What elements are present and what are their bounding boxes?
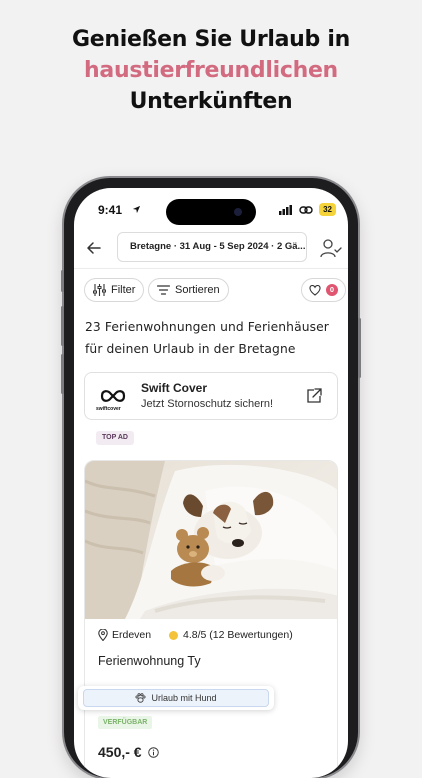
status-time: 9:41 [98, 203, 123, 217]
filter-button[interactable]: Filter [84, 278, 145, 302]
battery-indicator: 32 [319, 203, 336, 216]
status-bar: 9:41 32 [74, 188, 348, 228]
signal-icon [279, 204, 293, 215]
back-arrow-icon[interactable] [84, 238, 104, 258]
paw-icon [135, 693, 146, 703]
favorites-count-badge: 0 [326, 284, 338, 296]
promo-banner[interactable]: swiftcover Swift Cover Jetzt Stornoschut… [84, 372, 338, 420]
status-icons: 32 [279, 203, 336, 216]
favorites-button[interactable]: 0 [301, 278, 346, 302]
info-icon[interactable] [147, 746, 159, 758]
listing-photo[interactable] [85, 461, 338, 619]
headline-line-2: haustierfreundlichen [84, 58, 338, 83]
user-check-icon[interactable] [320, 238, 342, 258]
rating-dot-icon [169, 630, 178, 640]
phone-volume-up-button [61, 306, 64, 346]
listing-location: Erdeven [98, 629, 151, 641]
dynamic-island [166, 199, 256, 225]
phone-side-button [61, 270, 64, 292]
listing-card[interactable]: Erdeven 4.8/5 (12 Bewertungen) Ferienwoh… [84, 460, 338, 778]
location-arrow-icon [132, 205, 141, 214]
header-divider [74, 268, 348, 269]
map-pin-icon [98, 629, 108, 641]
dog-friendly-label: Urlaub mit Hund [151, 693, 217, 703]
phone-frame: 9:41 32 Bretagne · 31 Aug - 5 Sep 2024 ·… [61, 178, 361, 778]
rating-text: 4.8/5 (12 Bewertungen) [183, 629, 293, 641]
search-row: Bretagne · 31 Aug - 5 Sep 2024 · 2 Gä... [74, 230, 348, 266]
promo-subtitle: Jetzt Stornoschutz sichern! [141, 398, 274, 410]
sliders-icon [93, 284, 106, 296]
promo-logo-text: swiftcover [96, 406, 121, 412]
dog-friendly-tag: Urlaub mit Hund [78, 686, 274, 710]
sort-label: Sortieren [175, 284, 220, 296]
phone-volume-down-button [61, 354, 64, 394]
sort-button[interactable]: Sortieren [148, 278, 229, 302]
sort-icon [157, 285, 170, 295]
dog-friendly-pill: Urlaub mit Hund [83, 689, 269, 707]
listing-rating: 4.8/5 (12 Bewertungen) [169, 629, 293, 641]
search-summary-field[interactable]: Bretagne · 31 Aug - 5 Sep 2024 · 2 Gä... [117, 232, 307, 262]
price-row: 450,- € [98, 744, 159, 760]
marketing-headline: Genießen Sie Urlaub in haustierfreundlic… [0, 24, 422, 117]
headline-line-3: Unterkünften [129, 89, 293, 114]
external-link-icon[interactable] [305, 387, 323, 405]
heart-icon [309, 284, 321, 296]
promo-title: Swift Cover [141, 381, 208, 395]
filter-label: Filter [111, 284, 136, 296]
listing-name: Ferienwohnung Ty [98, 654, 201, 668]
listing-price: 450,- € [98, 744, 142, 760]
availability-badge: VERFÜGBAR [98, 716, 153, 729]
phone-power-button [358, 318, 361, 378]
location-text: Erdeven [112, 629, 152, 641]
app-screen: 9:41 32 Bretagne · 31 Aug - 5 Sep 2024 ·… [74, 188, 348, 778]
link-icon [299, 205, 313, 214]
results-title: 23 Ferienwohnungen und Ferienhäuser für … [85, 320, 329, 356]
headline-line-1: Genießen Sie Urlaub in [72, 27, 350, 52]
top-ad-badge: TOP AD [96, 431, 134, 445]
